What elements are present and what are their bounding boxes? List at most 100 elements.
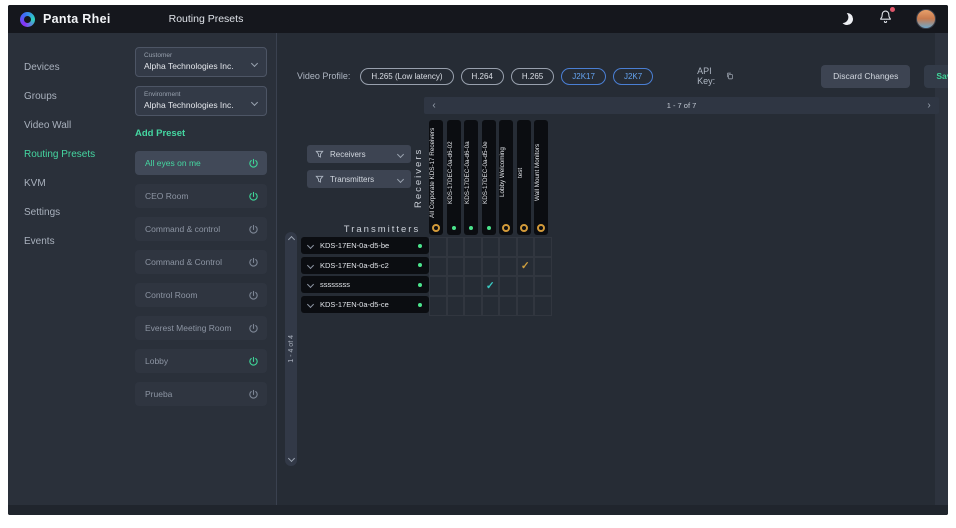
online-dot-icon	[418, 283, 422, 287]
power-icon[interactable]	[248, 356, 259, 367]
sidebar-item-settings[interactable]: Settings	[8, 198, 118, 227]
receiver-column-header[interactable]: KDS-17DEC-0a-d5-0e	[482, 120, 496, 235]
routing-cell[interactable]	[482, 237, 500, 257]
add-preset-button[interactable]: Add Preset	[135, 128, 267, 139]
sidebar-item-routing-presets[interactable]: Routing Presets	[8, 140, 118, 169]
routing-cell[interactable]	[447, 296, 465, 316]
dark-mode-toggle-moon-icon[interactable]	[840, 12, 855, 27]
routing-cell[interactable]	[482, 257, 500, 277]
receiver-column-header[interactable]: Wall Mount Monitors	[534, 120, 548, 235]
customer-select[interactable]: Customer Alpha Technologies Inc.	[135, 47, 267, 77]
transmitter-row-header[interactable]: KDS-17EN-0a-d5-c2	[301, 257, 429, 274]
routing-cell[interactable]	[534, 276, 552, 296]
routing-cell[interactable]	[464, 237, 482, 257]
receivers-filter-select[interactable]: Receivers	[307, 145, 411, 163]
routing-cell[interactable]: ✓	[517, 257, 535, 277]
power-icon[interactable]	[248, 257, 259, 268]
discard-changes-button[interactable]: Discard Changes	[821, 65, 910, 88]
pagination-down-button[interactable]	[287, 455, 294, 462]
transmitter-row-header[interactable]: KDS-17EN-0a-d5-ce	[301, 296, 429, 313]
receiver-column-header[interactable]: KDS-17DEC-0a-d6-0a	[464, 120, 478, 235]
routing-cell[interactable]	[517, 237, 535, 257]
pagination-up-button[interactable]	[287, 236, 294, 243]
power-icon[interactable]	[248, 389, 259, 400]
sidebar-item-devices[interactable]: Devices	[8, 53, 118, 82]
routing-cell[interactable]	[499, 276, 517, 296]
group-icon	[520, 224, 528, 232]
copy-icon[interactable]	[726, 70, 734, 82]
routing-cell[interactable]	[464, 257, 482, 277]
profile-pill[interactable]: H.264	[461, 68, 504, 85]
receiver-column-header[interactable]: All Corporate KDS-17 Receivers	[429, 120, 443, 235]
preset-item[interactable]: Everest Meeting Room	[135, 316, 267, 340]
routing-cell[interactable]: ✓	[482, 276, 500, 296]
routing-cell[interactable]	[482, 296, 500, 316]
chevron-down-icon	[307, 242, 314, 249]
profile-pill[interactable]: H.265	[511, 68, 554, 85]
routing-cell[interactable]	[464, 276, 482, 296]
preset-item[interactable]: Control Room	[135, 283, 267, 307]
power-icon[interactable]	[248, 323, 259, 334]
routing-cell[interactable]	[429, 276, 447, 296]
preset-item[interactable]: Command & control	[135, 217, 267, 241]
save-activate-button[interactable]: Save & Activate	[924, 65, 948, 88]
sidebar-item-video-wall[interactable]: Video Wall	[8, 111, 118, 140]
receiver-name: KDS-17DEC-0a-d6-02	[447, 125, 461, 220]
toolbar: Video Profile: H.265 (Low latency)H.264H…	[297, 63, 922, 89]
routing-cell[interactable]	[429, 237, 447, 257]
receiver-column-header[interactable]: Lobby Welcoming	[499, 120, 513, 235]
sidebar-item-groups[interactable]: Groups	[8, 82, 118, 111]
preset-item[interactable]: All eyes on me	[135, 151, 267, 175]
routing-cell[interactable]	[534, 237, 552, 257]
power-icon[interactable]	[248, 191, 259, 202]
preset-panel: Customer Alpha Technologies Inc. Environ…	[118, 33, 277, 505]
online-dot-icon	[487, 226, 491, 230]
routing-cell[interactable]	[429, 257, 447, 277]
receiver-name: KDS-17DEC-0a-d5-0e	[482, 125, 496, 220]
routing-cell[interactable]	[499, 257, 517, 277]
routing-cell[interactable]	[534, 257, 552, 277]
pagination-next-button[interactable]: ›	[919, 97, 939, 114]
transmitter-row-header[interactable]: ssssssss	[301, 276, 429, 293]
notifications-button[interactable]	[879, 10, 892, 28]
routing-cell[interactable]	[499, 237, 517, 257]
routing-cell[interactable]	[517, 276, 535, 296]
routing-cell[interactable]	[499, 296, 517, 316]
route-check-icon: ✓	[521, 261, 530, 272]
routing-cell[interactable]	[534, 296, 552, 316]
pagination-prev-button[interactable]: ‹	[424, 97, 444, 114]
receiver-column-header[interactable]: test	[517, 120, 531, 235]
preset-item[interactable]: CEO Room	[135, 184, 267, 208]
matrix-filters: Receivers Transmitters	[307, 145, 411, 188]
preset-item[interactable]: Lobby	[135, 349, 267, 373]
environment-select[interactable]: Environment Alpha Technologies Inc.	[135, 86, 267, 116]
routing-cell[interactable]	[464, 296, 482, 316]
sidebar-item-kvm[interactable]: KVM	[8, 169, 118, 198]
preset-item[interactable]: Command & Control	[135, 250, 267, 274]
preset-label: Control Room	[145, 290, 248, 300]
preset-item[interactable]: Prueba	[135, 382, 267, 406]
routing-cell[interactable]	[447, 237, 465, 257]
routing-cell[interactable]	[447, 276, 465, 296]
filter-icon	[315, 175, 324, 184]
profile-pill[interactable]: H.265 (Low latency)	[360, 68, 453, 85]
routing-cell[interactable]	[517, 296, 535, 316]
brand-name: Panta Rhei	[43, 12, 111, 26]
power-icon[interactable]	[248, 290, 259, 301]
customer-select-label: Customer	[144, 52, 258, 59]
transmitters-filter-label: Transmitters	[330, 175, 398, 184]
profile-pill[interactable]: J2K7	[613, 68, 653, 85]
group-icon	[432, 224, 440, 232]
transmitter-row-header[interactable]: KDS-17EN-0a-d5-be	[301, 237, 429, 254]
profile-pill[interactable]: J2K17	[561, 68, 606, 85]
power-icon[interactable]	[248, 158, 259, 169]
transmitters-filter-select[interactable]: Transmitters	[307, 170, 411, 188]
sidebar-item-events[interactable]: Events	[8, 227, 118, 256]
receivers-axis-label: Receivers	[413, 120, 424, 235]
receiver-column-header[interactable]: KDS-17DEC-0a-d6-02	[447, 120, 461, 235]
user-avatar[interactable]	[916, 9, 936, 29]
routing-cell[interactable]	[447, 257, 465, 277]
pagination-range: 1 - 7 of 7	[444, 101, 919, 110]
routing-cell[interactable]	[429, 296, 447, 316]
power-icon[interactable]	[248, 224, 259, 235]
